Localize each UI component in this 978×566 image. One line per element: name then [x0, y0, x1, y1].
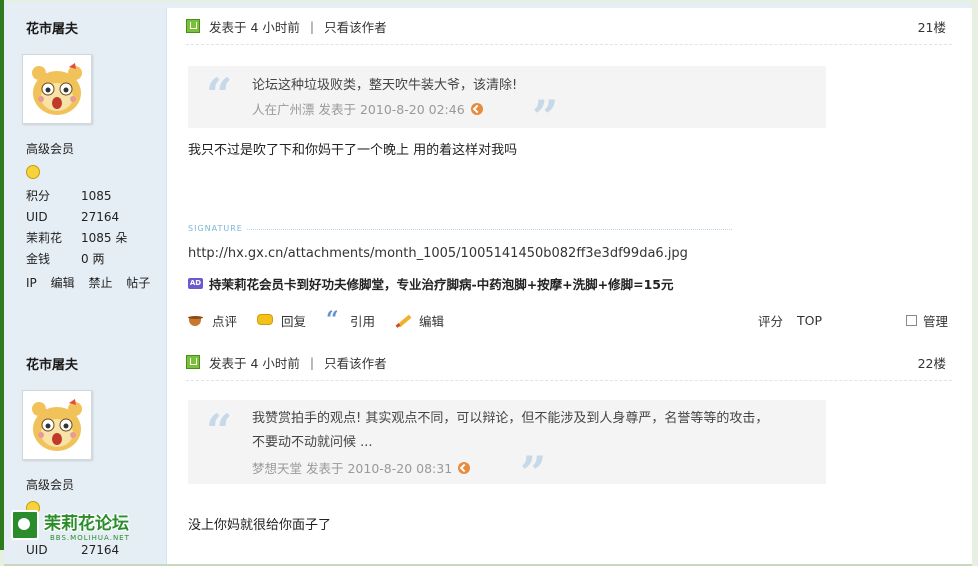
open-quote-icon: “ [206, 404, 233, 458]
ip-link[interactable]: IP [26, 276, 37, 290]
smiley-icon [26, 165, 40, 179]
forum-post: 花市屠夫 高级会员 积分 1085 UID 27164 茉莉花 1085 朵 金… [4, 2, 972, 346]
forum-post: 花市屠夫 高级会员 UID 27164 发表于 4 小时前 | 只看该作者 22… [4, 344, 972, 566]
signature-url[interactable]: http://hx.gx.cn/attachments/month_1005/1… [188, 246, 688, 261]
post-time: 发表于 4 小时前 [209, 355, 300, 371]
forum-logo-icon [11, 510, 39, 540]
manage-checkbox[interactable] [906, 314, 917, 326]
ban-link[interactable]: 禁止 [88, 276, 112, 290]
admin-tools: IP 编辑 禁止 帖子 [26, 274, 160, 291]
quote-block: “ 我赞赏拍手的观点! 其实观点不同，可以辩论，但不能涉及到人身尊严，名誉等等的… [188, 400, 826, 496]
signature-divider: SIGNATURE [188, 220, 732, 233]
quote-text-line2: 不要动不动就问候 ... [252, 435, 373, 450]
quote-block: “ 论坛这种垃圾败类，整天吹牛装大爷，该清除! 人在广州漂 发表于 2010-8… [188, 66, 826, 140]
edit-user-link[interactable]: 编辑 [51, 276, 75, 290]
quote-time: 发表于 2010-8-20 08:31 [306, 461, 453, 476]
posts-link[interactable]: 帖子 [126, 276, 150, 290]
quote-text: 论坛这种垃圾败类，整天吹牛装大爷，该清除! [252, 78, 518, 93]
only-author-link[interactable]: 只看该作者 [324, 353, 387, 372]
quote-user[interactable]: 梦想天堂 [252, 458, 302, 477]
reply-button[interactable]: 回复 [257, 311, 306, 330]
edit-button[interactable]: 编辑 [395, 311, 444, 330]
post-header: 发表于 4 小时前 | 只看该作者 22楼 [186, 344, 952, 381]
divider: | [309, 354, 315, 370]
goto-post-icon[interactable] [458, 461, 471, 474]
forum-logo-url: BBS.MOLIHUA.NET [50, 534, 130, 542]
pencil-icon [395, 313, 412, 327]
post-body: 没上你妈就很给你面子了 [188, 518, 332, 533]
stat-label: 积分 [26, 189, 51, 203]
online-icon [186, 19, 200, 33]
divider: | [309, 18, 315, 34]
ad-line[interactable]: AD 持茉莉花会员卡到好功夫修脚堂，专业治疗脚病-中药泡脚+按摩+洗脚+修脚=1… [188, 274, 673, 293]
floor-number[interactable]: 21楼 [918, 17, 946, 36]
coffee-cup-icon [188, 313, 205, 327]
forum-logo-name: 茉莉花论坛 [44, 514, 129, 534]
member-rank: 高级会员 [26, 142, 75, 156]
manage-group: 管理 [906, 308, 948, 332]
quote-icon: “ [326, 307, 339, 333]
quote-text-line1: 我赞赏拍手的观点! 其实观点不同，可以辩论，但不能涉及到人身尊严，名誉等等的攻击… [252, 411, 769, 426]
online-icon [186, 355, 200, 369]
goto-post-icon[interactable] [470, 102, 483, 115]
stat-label: 茉莉花 [26, 231, 63, 245]
quote-meta: 梦想天堂 发表于 2010-8-20 08:31 [252, 458, 471, 477]
floor-number[interactable]: 22楼 [918, 353, 946, 372]
edit-label: 编辑 [419, 313, 445, 329]
stat-value: 27164 [81, 210, 120, 224]
comment-button[interactable]: 点评 [188, 311, 237, 330]
rate-group: 评分 TOP [758, 308, 836, 332]
post-time: 发表于 4 小时前 [209, 19, 300, 35]
member-rank: 高级会员 [26, 478, 75, 492]
stat-value: 1085 [81, 189, 112, 203]
manage-label[interactable]: 管理 [923, 311, 948, 330]
quote-label: 引用 [350, 313, 376, 329]
quote-time: 发表于 2010-8-20 02:46 [318, 102, 465, 117]
quote-button[interactable]: “ 引用 [326, 307, 376, 333]
ad-text[interactable]: 持茉莉花会员卡到好功夫修脚堂，专业治疗脚病-中药泡脚+按摩+洗脚+修脚=15元 [209, 274, 673, 293]
close-quote-icon: ” [532, 90, 559, 144]
post-main: 发表于 4 小时前 | 只看该作者 22楼 “ 我赞赏拍手的观点! 其实观点不同… [166, 344, 972, 564]
signature-label: SIGNATURE [188, 224, 247, 233]
post-header: 发表于 4 小时前 | 只看该作者 21楼 [186, 8, 952, 45]
quote-meta: 人在广州漂 发表于 2010-8-20 02:46 [252, 99, 483, 118]
member-stats: 积分 1085 UID 27164 茉莉花 1085 朵 金钱 0 两 [26, 186, 127, 270]
avatar[interactable] [22, 390, 92, 460]
post-main: 发表于 4 小时前 | 只看该作者 21楼 “ 论坛这种垃圾败类，整天吹牛装大爷… [166, 8, 972, 344]
stat-label: UID [26, 210, 48, 224]
avatar[interactable] [22, 54, 92, 124]
author-name[interactable]: 花市屠夫 [26, 354, 78, 373]
stat-value: 1085 朵 [81, 231, 128, 245]
reply-label: 回复 [281, 313, 307, 329]
close-quote-icon: ” [520, 446, 547, 500]
top-link[interactable]: TOP [797, 313, 822, 328]
post-body: 我只不过是吹了下和你妈干了一个晚上 用的着这样对我吗 [188, 143, 518, 158]
only-author-link[interactable]: 只看该作者 [324, 17, 387, 36]
stat-value: 0 两 [81, 252, 105, 266]
speech-bubble-icon [257, 313, 274, 327]
quote-user[interactable]: 人在广州漂 [252, 99, 315, 118]
stat-label: 金钱 [26, 252, 51, 266]
open-quote-icon: “ [206, 68, 233, 122]
rate-link[interactable]: 评分 [758, 311, 783, 330]
forum-logo-watermark: 茉莉花论坛 BBS.MOLIHUA.NET [8, 508, 140, 550]
post-actions: 点评 回复 “ 引用 编辑 评分 TOP 管理 [188, 308, 952, 332]
ad-badge: AD [188, 278, 203, 289]
author-name[interactable]: 花市屠夫 [26, 18, 78, 37]
comment-label: 点评 [212, 313, 238, 329]
author-sidebar: 花市屠夫 高级会员 积分 1085 UID 27164 茉莉花 1085 朵 金… [4, 8, 167, 344]
